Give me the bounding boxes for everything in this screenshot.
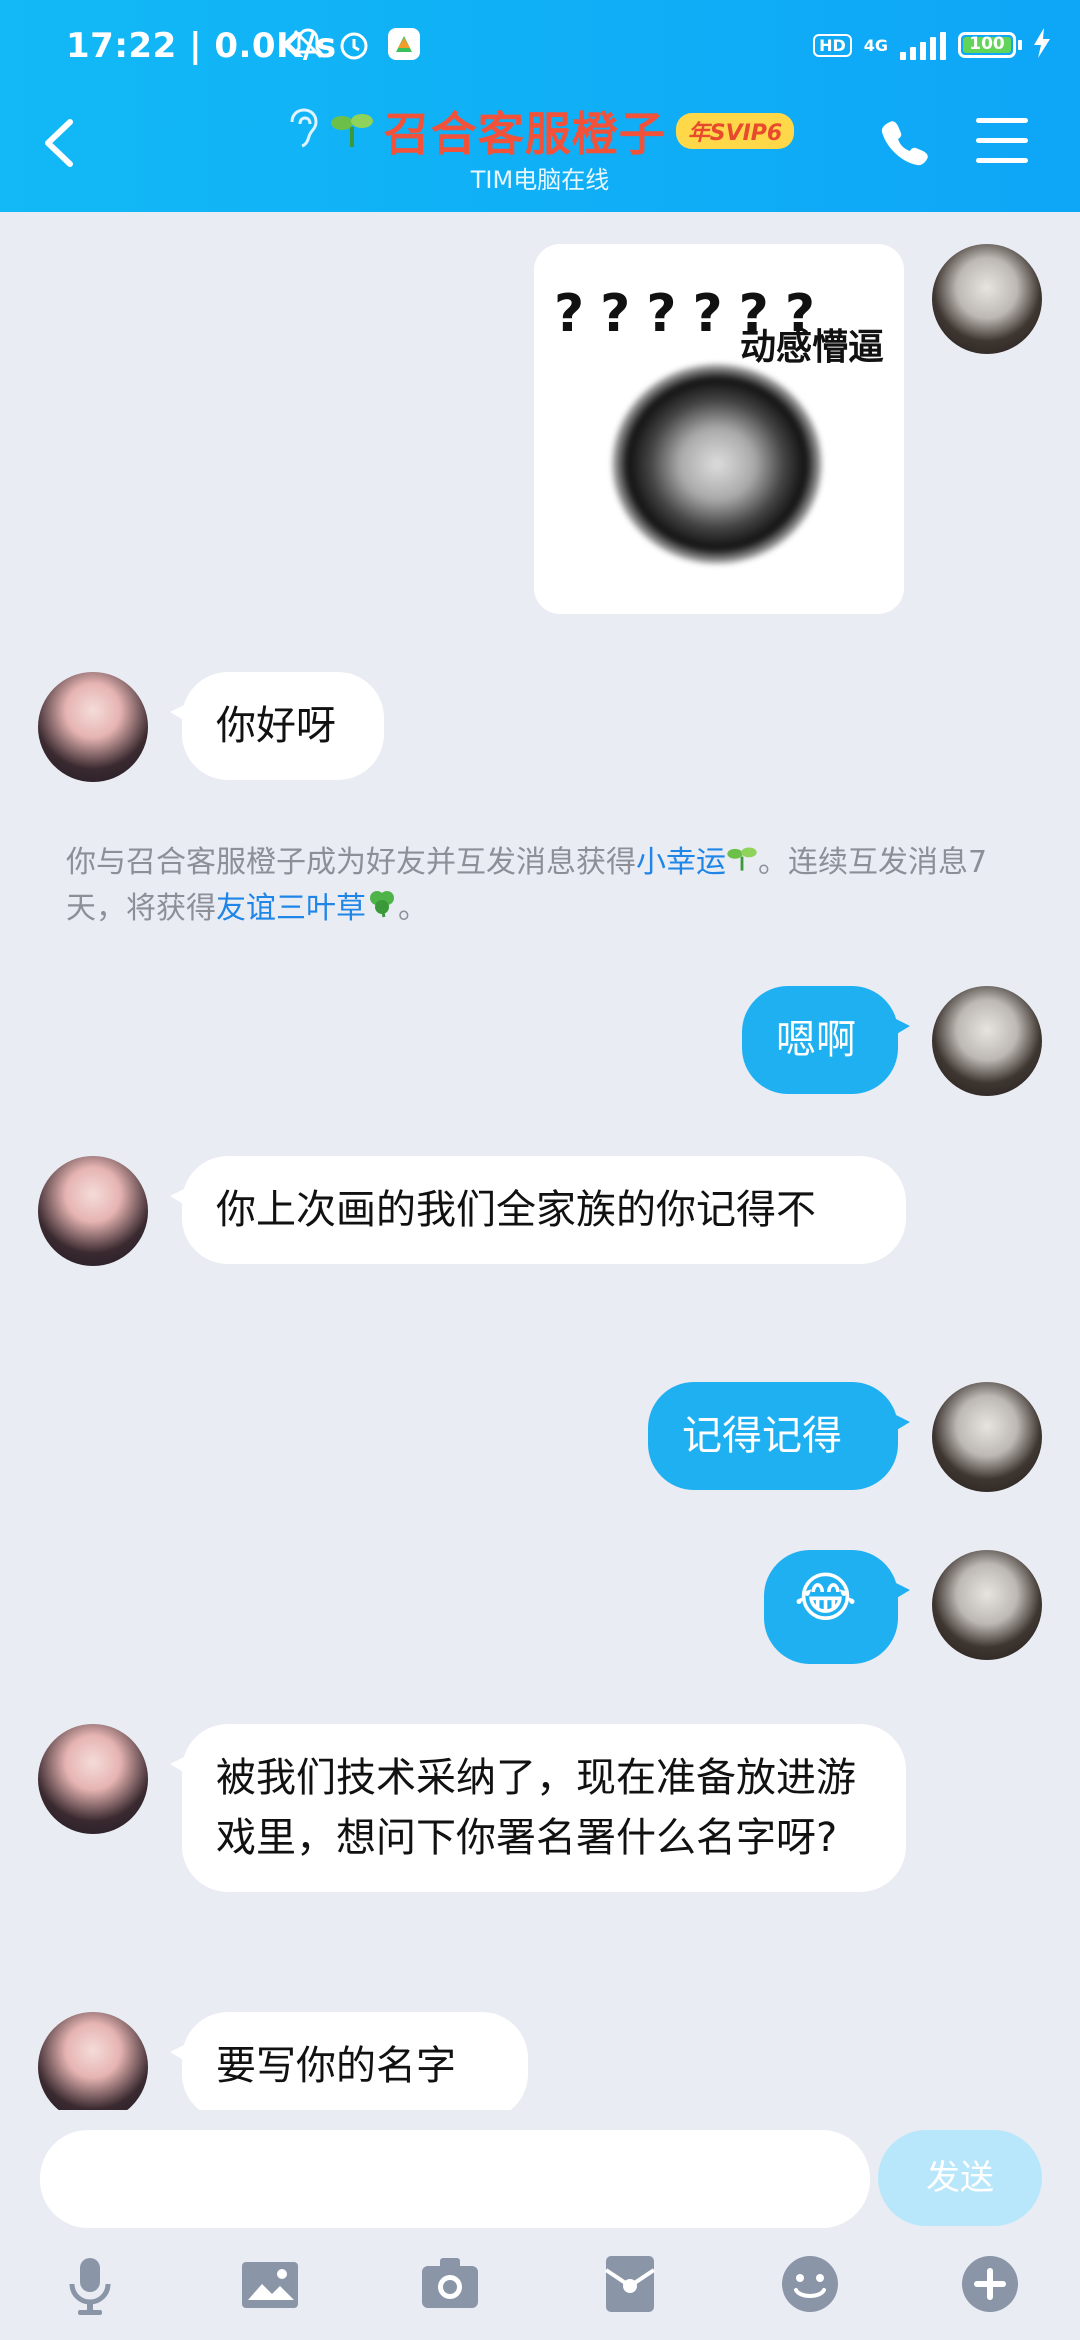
status-bar: 17:22 | 0.0K/s HD 4G 100 xyxy=(0,0,1080,92)
contact-avatar[interactable] xyxy=(38,1724,148,1834)
more-menu-button[interactable] xyxy=(976,118,1028,168)
hd-indicator: HD xyxy=(813,33,852,57)
input-toolbar xyxy=(0,2246,1080,2340)
clover-link[interactable]: 友谊三叶草 xyxy=(216,891,366,926)
chat-header: 17:22 | 0.0K/s HD 4G 100 召合客服橙子 年SVIP6 T… xyxy=(0,0,1080,212)
phone-call-button[interactable] xyxy=(876,116,932,172)
message-list[interactable]: ?????? 动感懵逼 你好呀 你与召合客服橙子成为好友并互发消息获得小幸运 。连… xyxy=(0,212,1080,2110)
incoming-message[interactable]: 被我们技术采纳了，现在准备放进游戏里，想问下你署名署什么名字呀? xyxy=(170,1724,906,1892)
mute-bell-icon xyxy=(290,26,326,66)
contact-avatar[interactable] xyxy=(38,2012,148,2110)
plus-icon[interactable] xyxy=(958,2252,1022,2316)
self-avatar[interactable] xyxy=(932,986,1042,1096)
svip-badge[interactable]: 年SVIP6 xyxy=(675,113,795,149)
self-avatar[interactable] xyxy=(932,244,1042,354)
outgoing-message[interactable]: 嗯啊 xyxy=(742,986,910,1094)
camera-icon[interactable] xyxy=(418,2252,482,2316)
emoji-icon[interactable] xyxy=(778,2252,842,2316)
laugh-tears-emoji: 😂 xyxy=(794,1566,858,1629)
incoming-message[interactable]: 你上次画的我们全家族的你记得不 xyxy=(170,1156,906,1264)
contact-avatar[interactable] xyxy=(38,672,148,782)
battery-level: 100 xyxy=(969,34,1005,54)
panda-face-image xyxy=(612,364,822,564)
system-notice: 你与召合客服橙子成为好友并互发消息获得小幸运 。连续互发消息7天，将获得友谊三叶草… xyxy=(66,840,1016,932)
sprout-small-icon xyxy=(726,845,758,880)
contact-avatar[interactable] xyxy=(38,1156,148,1266)
self-avatar[interactable] xyxy=(932,1382,1042,1492)
message-input[interactable] xyxy=(40,2130,870,2228)
image-icon[interactable] xyxy=(238,2252,302,2316)
ear-icon xyxy=(286,106,320,156)
signal-icon xyxy=(900,30,946,60)
lucky-link[interactable]: 小幸运 xyxy=(636,845,726,880)
contact-name[interactable]: 召合客服橙子 xyxy=(384,98,666,164)
clover-icon xyxy=(366,891,398,926)
incoming-message[interactable]: 要写你的名字 xyxy=(170,2012,528,2110)
sticker-message[interactable]: ?????? 动感懵逼 xyxy=(534,244,904,614)
notice-text: 你与召合客服橙子成为好友并互发消息获得 xyxy=(66,845,636,880)
charging-icon xyxy=(1034,28,1050,62)
outgoing-message[interactable]: 记得记得 xyxy=(648,1382,910,1490)
outgoing-emoji-message[interactable]: 😂 xyxy=(764,1550,910,1664)
red-packet-icon[interactable] xyxy=(598,2252,662,2316)
input-bar: 发送 xyxy=(0,2110,1080,2228)
notice-text: 。 xyxy=(398,891,428,926)
network-type: 4G xyxy=(863,35,888,55)
sticker-caption: 动感懵逼 xyxy=(739,327,884,368)
microphone-icon[interactable] xyxy=(58,2252,122,2316)
alarm-icon xyxy=(336,26,372,66)
sprout-icon xyxy=(330,109,374,153)
send-button[interactable]: 发送 xyxy=(878,2130,1042,2226)
self-avatar[interactable] xyxy=(932,1550,1042,1660)
app-notification-icon xyxy=(386,26,422,66)
battery-icon: 100 xyxy=(958,32,1022,58)
incoming-message[interactable]: 你好呀 xyxy=(170,672,384,780)
